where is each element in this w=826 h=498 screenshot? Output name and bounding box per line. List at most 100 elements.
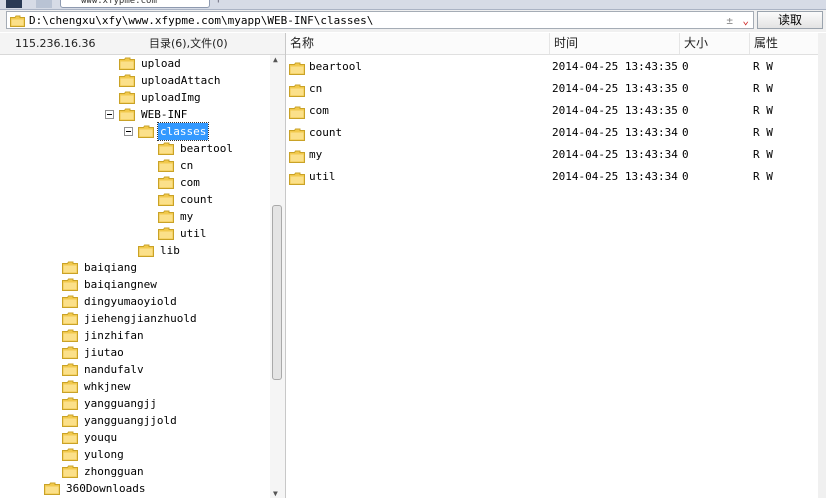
column-size-header[interactable]: 大小: [680, 33, 750, 54]
tree-item-label[interactable]: youqu: [82, 429, 119, 446]
file-row[interactable]: cn 2014-04-25 13:43:35 0 R W: [286, 78, 816, 100]
file-attr: R W: [753, 126, 773, 139]
collapse-icon[interactable]: [105, 110, 114, 119]
dir-summary: 目录(6),文件(0): [149, 37, 228, 50]
file-time: 2014-04-25 13:43:35: [552, 82, 678, 95]
tree-item-label[interactable]: jiehengjianzhuold: [82, 310, 199, 327]
collapse-icon[interactable]: [124, 127, 133, 136]
folder-icon: [289, 171, 305, 193]
folder-icon: [62, 414, 78, 432]
file-row[interactable]: my 2014-04-25 13:43:34 0 R W: [286, 144, 816, 166]
file-attr: R W: [753, 82, 773, 95]
tree-item-label[interactable]: yangguangjj: [82, 395, 159, 412]
server-ip: 115.236.16.36: [15, 37, 96, 50]
folder-icon: [62, 431, 78, 449]
path-input[interactable]: D:\chengxu\xfy\www.xfypme.com\myapp\WEB-…: [6, 11, 754, 29]
file-list-panel: 名称 时间 大小 属性 beartool 2014-04-25 13:43:35 0 R W…: [286, 33, 826, 498]
folder-icon: [62, 278, 78, 296]
read-button[interactable]: 读取: [757, 11, 823, 29]
file-size: 0: [682, 170, 689, 183]
column-header: 名称 时间 大小 属性: [286, 33, 826, 55]
directory-panel: 115.236.16.36 目录(6),文件(0) upload uploadAt…: [0, 33, 286, 498]
tree-item-label[interactable]: zhongguan: [82, 463, 146, 480]
tree-item-label[interactable]: 360Downloads: [64, 480, 147, 497]
folder-icon: [158, 176, 174, 194]
folder-icon: [62, 295, 78, 313]
folder-icon: [119, 108, 135, 126]
tree-item-label[interactable]: yangguangjjold: [82, 412, 179, 429]
chevron-down-icon[interactable]: ⌄: [742, 12, 749, 29]
file-attr: R W: [753, 60, 773, 73]
folder-icon: [62, 346, 78, 364]
folder-icon: [62, 261, 78, 279]
tree-item-label[interactable]: beartool: [178, 140, 235, 157]
tree-item-label[interactable]: count: [178, 191, 215, 208]
folder-icon: [62, 312, 78, 330]
folder-icon: [158, 159, 174, 177]
file-name: util: [309, 170, 336, 183]
tree-item-label[interactable]: cn: [178, 157, 195, 174]
scroll-down-icon[interactable]: ▼: [273, 489, 278, 498]
address-toolbar: D:\chengxu\xfy\www.xfypme.com\myapp\WEB-…: [0, 10, 826, 32]
tree-scrollbar[interactable]: ▲ ▼: [270, 55, 285, 498]
folder-icon: [62, 329, 78, 347]
file-time: 2014-04-25 13:43:34: [552, 126, 678, 139]
app-icon[interactable]: [6, 0, 22, 8]
folder-icon: [119, 91, 135, 109]
path-text[interactable]: D:\chengxu\xfy\www.xfypme.com\myapp\WEB-…: [29, 13, 373, 28]
file-size: 0: [682, 126, 689, 139]
tree-item-label[interactable]: nandufalv: [82, 361, 146, 378]
tree-item-label[interactable]: baiqiang: [82, 259, 139, 276]
tree-item-label[interactable]: jinzhifan: [82, 327, 146, 344]
column-name-header[interactable]: 名称: [286, 33, 550, 54]
folder-icon: [119, 74, 135, 92]
folder-icon: [158, 193, 174, 211]
input-caret-icon: ±: [726, 14, 733, 27]
tree-item-label[interactable]: classes: [156, 122, 210, 141]
tree-item-label[interactable]: baiqiangnew: [82, 276, 159, 293]
tree-item-label[interactable]: uploadAttach: [139, 72, 222, 89]
scroll-thumb[interactable]: [272, 205, 282, 380]
file-attr: R W: [753, 148, 773, 161]
folder-icon: [138, 244, 154, 262]
folder-icon: [119, 57, 135, 75]
tab-icon[interactable]: [36, 0, 52, 8]
folder-icon: [62, 397, 78, 415]
column-time-header[interactable]: 时间: [550, 33, 680, 54]
file-name: com: [309, 104, 329, 117]
browser-tab[interactable]: www.xfypme.com: [60, 0, 210, 8]
tree-item-label[interactable]: uploadImg: [139, 89, 203, 106]
file-name: beartool: [309, 60, 362, 73]
file-row[interactable]: util 2014-04-25 13:43:34 0 R W: [286, 166, 816, 188]
tab-strip: www.xfypme.com +: [0, 0, 826, 10]
tree-item-label[interactable]: dingyumaoyiold: [82, 293, 179, 310]
directory-tree: upload uploadAttach uploadImg WEB-INF classe…: [0, 55, 270, 498]
tree-item-label[interactable]: whkjnew: [82, 378, 132, 395]
file-list-scrollbar[interactable]: [818, 33, 826, 498]
file-time: 2014-04-25 13:43:34: [552, 170, 678, 183]
tree-item-label[interactable]: lib: [158, 242, 182, 259]
tree-item-label[interactable]: jiutao: [82, 344, 126, 361]
file-row[interactable]: beartool 2014-04-25 13:43:35 0 R W: [286, 56, 816, 78]
file-row[interactable]: com 2014-04-25 13:43:35 0 R W: [286, 100, 816, 122]
tree-item-label[interactable]: yulong: [82, 446, 126, 463]
file-time: 2014-04-25 13:43:34: [552, 148, 678, 161]
scroll-up-icon[interactable]: ▲: [273, 55, 278, 64]
file-attr: R W: [753, 170, 773, 183]
folder-icon: [62, 448, 78, 466]
file-size: 0: [682, 60, 689, 73]
file-size: 0: [682, 104, 689, 117]
tree-item-label[interactable]: util: [178, 225, 209, 242]
column-attr-header[interactable]: 属性: [750, 33, 820, 54]
directory-header: 115.236.16.36 目录(6),文件(0): [0, 33, 285, 55]
new-tab-icon[interactable]: +: [215, 0, 222, 6]
file-size: 0: [682, 82, 689, 95]
file-attr: R W: [753, 104, 773, 117]
folder-icon: [44, 482, 60, 498]
tree-item-label[interactable]: WEB-INF: [139, 106, 189, 123]
tree-item-label[interactable]: my: [178, 208, 195, 225]
tree-item-label[interactable]: com: [178, 174, 202, 191]
folder-icon: [158, 210, 174, 228]
file-row[interactable]: count 2014-04-25 13:43:34 0 R W: [286, 122, 816, 144]
tree-item-label[interactable]: upload: [139, 55, 183, 72]
